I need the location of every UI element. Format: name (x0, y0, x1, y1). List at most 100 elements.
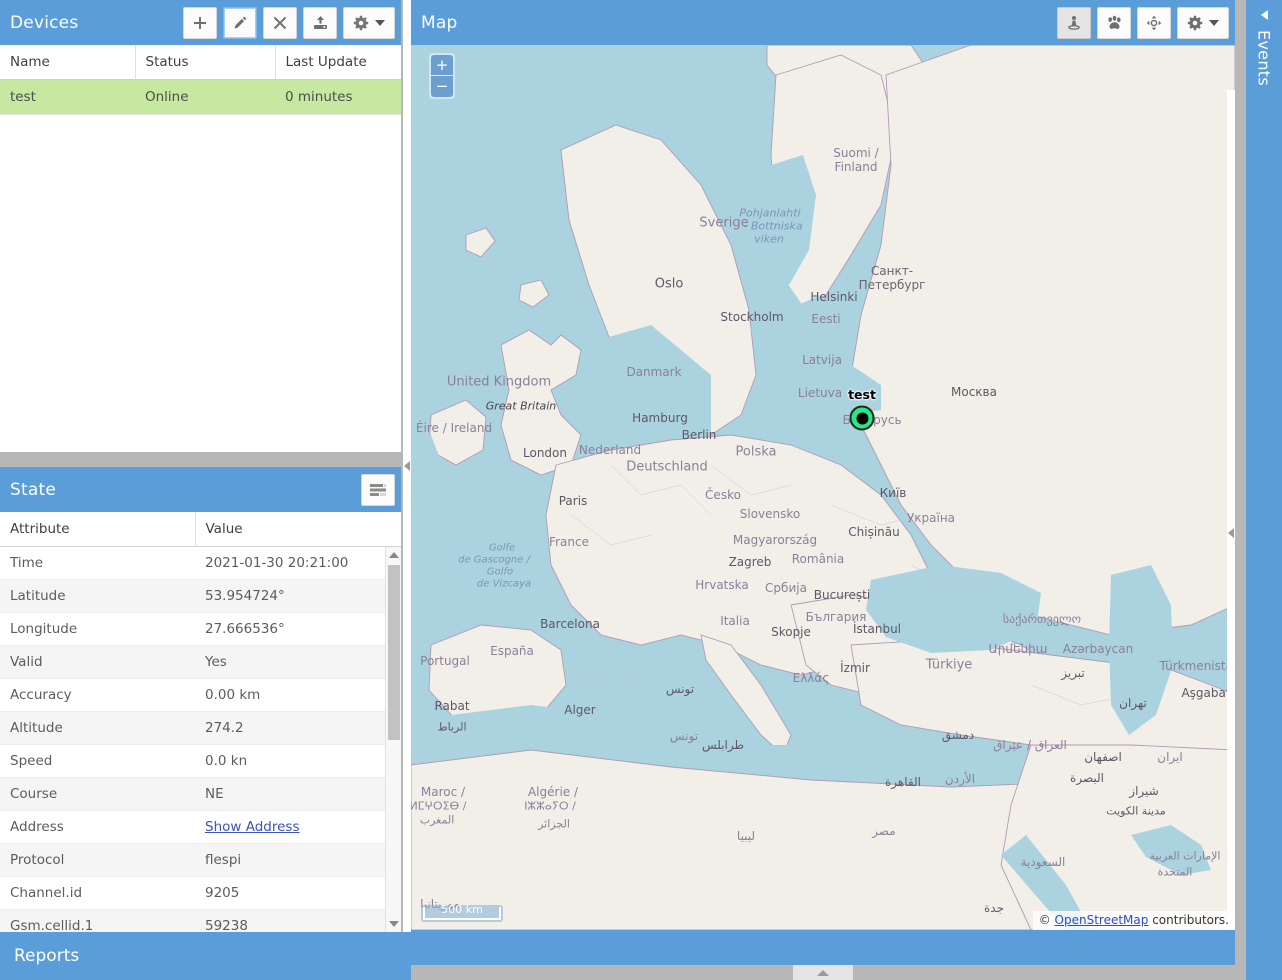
map-place-label: مدينة الكويت (1106, 804, 1166, 818)
crosshair-move-icon (1146, 15, 1162, 30)
map-title: Map (421, 12, 458, 33)
map-place-label: تونس (669, 729, 699, 743)
table-row[interactable]: Altitude 274.2 (0, 711, 401, 745)
remove-device-button[interactable] (263, 6, 297, 39)
map-place-label: Paris (558, 494, 588, 508)
devices-col-name[interactable]: Name (0, 45, 136, 80)
edit-device-button[interactable] (223, 6, 257, 39)
map-place-label: مصر (872, 824, 896, 838)
show-address-link[interactable]: Show Address (205, 819, 299, 835)
table-row[interactable]: Address Show Address (0, 810, 401, 844)
map-attribution: © OpenStreetMap contributors. (1032, 911, 1235, 930)
map-place-label: ⵏⵣⵣⴰⵢⵔ / (524, 799, 576, 813)
devices-table: Name Status Last Update test Online 0 mi… (0, 45, 401, 115)
table-row[interactable]: Accuracy 0.00 km (0, 678, 401, 712)
scroll-up-button[interactable] (386, 547, 401, 563)
zoom-out-button[interactable]: − (431, 76, 453, 97)
table-row[interactable]: Speed 0.0 kn (0, 744, 401, 778)
map-place-label: Azərbaycan (1062, 642, 1134, 656)
map-place-label: Türkiye (925, 657, 973, 673)
map-place-label: القاهرة (885, 775, 921, 789)
map-place-label: Ελλάς (792, 671, 830, 685)
table-row[interactable]: Channel.id 9205 (0, 876, 401, 910)
map-place-label: de Vizcaya (476, 578, 532, 590)
map-place-label: السعودية (1020, 855, 1066, 869)
state-value-cell: 2021-01-30 20:21:00 (195, 546, 401, 580)
state-col-value[interactable]: Value (195, 512, 401, 547)
map-place-label: البصرة (1070, 771, 1104, 785)
table-row[interactable]: test Online 0 minutes (0, 79, 401, 115)
devices-col-status[interactable]: Status (135, 45, 276, 80)
map-place-label: ليبيا (736, 829, 756, 843)
map-place-label: Rabat (434, 699, 470, 713)
map-place-label: المغرب (419, 813, 455, 827)
state-body: Attribute Value Time 2021-01-30 20:21:00 L… (0, 512, 401, 932)
map-bottom-splitter[interactable] (411, 965, 1235, 980)
paw-icon (1107, 15, 1121, 29)
table-row[interactable]: Longitude 27.666536° (0, 612, 401, 646)
state-value-cell: 27.666536° (195, 612, 401, 646)
map-scale-bar: 500 km (421, 903, 503, 922)
state-value-cell: Yes (195, 645, 401, 679)
map-place-label: المتحدة (1157, 865, 1193, 879)
scroll-down-button[interactable] (386, 916, 401, 932)
map-place-label: Київ (879, 486, 907, 500)
geofence-button[interactable] (1057, 6, 1091, 39)
collapse-left-arrow-icon (404, 461, 410, 471)
map-place-label: București (813, 588, 871, 602)
map-place-label: viken (754, 232, 784, 246)
map-place-label: Արմենիա (988, 642, 1048, 656)
add-device-button[interactable] (183, 6, 217, 39)
map-place-label: Golfo (486, 566, 514, 578)
state-table-header-row: Attribute Value (0, 512, 401, 547)
map-settings-menu-button[interactable] (1177, 6, 1229, 39)
tracks-button[interactable] (1097, 6, 1131, 39)
map-place-label: Algérie / (527, 785, 579, 799)
table-row[interactable]: Time 2021-01-30 20:21:00 (0, 546, 401, 580)
zoom-in-button[interactable]: + (431, 55, 453, 76)
table-row[interactable]: Valid Yes (0, 645, 401, 679)
table-row[interactable]: Latitude 53.954724° (0, 579, 401, 613)
device-settings-menu-button[interactable] (343, 6, 395, 39)
scroll-thumb[interactable] (388, 565, 400, 740)
map-place-label: Nederland (578, 443, 642, 457)
upload-device-button[interactable] (303, 6, 337, 39)
state-table-wrap: Attribute Value Time 2021-01-30 20:21:00 L… (0, 512, 401, 932)
traccar-app: Devices Name Status Last Update test Onl… (0, 0, 1282, 980)
follow-device-button[interactable] (1137, 6, 1171, 39)
map-place-label: تونس (665, 682, 695, 696)
map-right-splitter[interactable] (1227, 90, 1235, 930)
openstreetmap-link[interactable]: OpenStreetMap (1055, 913, 1149, 927)
map-canvas[interactable]: .land { fill:#f2efe9; stroke:#b09ab5; st… (411, 45, 1235, 930)
map-place-label: دمشق (941, 728, 975, 742)
table-row[interactable]: Protocol flespi (0, 843, 401, 877)
map-place-label: Hamburg (632, 411, 688, 425)
map-place-label: Петербург (858, 278, 926, 292)
left-map-splitter[interactable] (403, 0, 411, 932)
map-place-label: España (490, 644, 534, 658)
events-rail[interactable]: Events (1246, 0, 1282, 980)
state-table: Attribute Value Time 2021-01-30 20:21:00 L… (0, 512, 401, 932)
map-place-label: Србија (765, 581, 807, 595)
state-vertical-scrollbar[interactable] (385, 547, 401, 932)
map-place-label: Magyarország (732, 533, 818, 547)
map-place-label: Latvija (802, 353, 842, 367)
state-columns-button[interactable] (361, 473, 395, 506)
reports-title: Reports (14, 946, 80, 966)
table-row[interactable]: Course NE (0, 777, 401, 811)
map-place-label: Italia (720, 614, 750, 628)
reports-panel[interactable]: Reports (0, 932, 411, 980)
map-place-label: Portugal (420, 654, 470, 668)
state-value-cell: 274.2 (195, 711, 401, 745)
table-row[interactable]: Gsm.cellid.1 59238 (0, 909, 401, 932)
state-col-attribute[interactable]: Attribute (0, 512, 196, 547)
device-marker[interactable] (849, 405, 875, 431)
devices-state-splitter[interactable] (0, 452, 402, 467)
map-place-label: شیراز (1129, 784, 1159, 798)
state-value-cell: 9205 (195, 876, 401, 910)
state-value-cell[interactable]: Show Address (195, 810, 401, 844)
map-place-label: Hrvatska (695, 578, 749, 592)
state-table-body: Time 2021-01-30 20:21:00 Latitude 53.954724… (0, 546, 401, 932)
devices-col-last-update[interactable]: Last Update (275, 45, 401, 80)
map-place-label: تبریز (1061, 666, 1085, 680)
